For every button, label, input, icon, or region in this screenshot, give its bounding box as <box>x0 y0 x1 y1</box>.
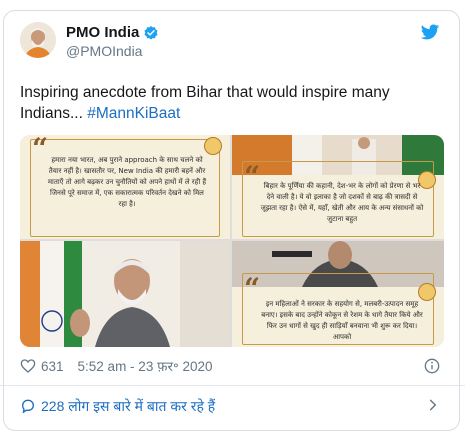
media-tile-4[interactable]: “ इन महिलाओं ने सरकार के सहयोग से, मलबरी… <box>232 241 444 347</box>
speaker-photo <box>20 241 230 347</box>
tweet-header: PMO India @PMOIndia <box>20 22 440 70</box>
reply-bubble-icon <box>22 399 34 413</box>
author-handle[interactable]: @PMOIndia <box>66 43 142 59</box>
conversation-count-text[interactable]: 228 लोग इस बारे में बात कर रहे हैं <box>41 397 215 416</box>
twitter-bird-icon[interactable] <box>420 22 440 42</box>
avatar[interactable] <box>20 22 56 58</box>
quote-mark-icon: “ <box>244 160 261 193</box>
tweet-text: Inspiring anecdote from Bihar that would… <box>20 82 440 124</box>
chevron-right-icon[interactable] <box>426 398 440 412</box>
media-grid[interactable]: “ हमारा नया भारत, अब पुराने approach के … <box>20 135 444 347</box>
quote-text: इन महिलाओं ने सरकार के सहयोग से, मलबरी-उ… <box>261 300 423 341</box>
divider <box>0 385 465 386</box>
like-count[interactable]: 631 <box>41 359 64 374</box>
tweet-meta: 631 5:52 am - 23 फ़र॰ 2020 <box>20 356 440 376</box>
tweet-timestamp[interactable]: 5:52 am - 23 फ़र॰ 2020 <box>78 357 213 375</box>
tweet-body: Inspiring anecdote from Bihar that would… <box>20 84 390 122</box>
author-name-row: PMO India <box>66 24 159 41</box>
quote-text: बिहार के पूर्णिया की कहानी, देश-भर के लो… <box>260 182 424 223</box>
heart-icon[interactable] <box>20 358 36 374</box>
conversation-link[interactable]: 228 लोग इस बारे में बात कर रहे हैं <box>20 395 440 417</box>
media-tile-1[interactable]: “ हमारा नया भारत, अब पुराने approach के … <box>20 135 230 239</box>
media-tile-3[interactable] <box>20 241 230 347</box>
author-name[interactable]: PMO India <box>66 24 139 41</box>
quote-text: हमारा नया भारत, अब पुराने approach के सा… <box>47 156 207 208</box>
media-tile-2[interactable]: “ बिहार के पूर्णिया की कहानी, देश-भर के … <box>232 135 444 239</box>
emblem-icon <box>204 137 222 155</box>
info-icon[interactable] <box>424 358 440 374</box>
verified-badge-icon <box>144 25 158 39</box>
hashtag-link[interactable]: #MannKiBaat <box>87 105 180 122</box>
quote-mark-icon: “ <box>244 272 261 305</box>
